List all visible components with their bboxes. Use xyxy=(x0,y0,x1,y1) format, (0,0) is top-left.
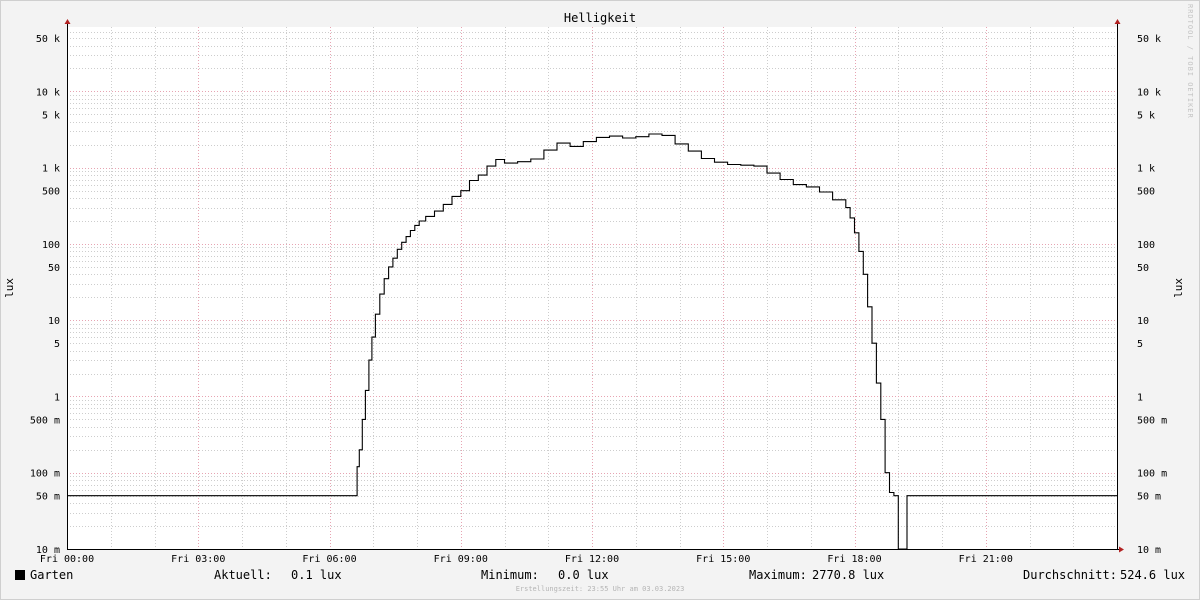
watermark: RRDTOOL / TOBI OETIKER xyxy=(1186,4,1194,119)
legend-current-label: Aktuell: xyxy=(214,568,272,582)
y-tick-label-left: 50 k xyxy=(36,34,60,45)
y-tick-label-left: 100 m xyxy=(30,469,60,480)
legend-current-value: 0.1 lux xyxy=(291,568,342,582)
y-tick-label-right: 500 m xyxy=(1137,415,1167,426)
legend-series-name: Garten xyxy=(30,568,74,582)
y-tick-label-right: 10 xyxy=(1137,316,1149,327)
legend-avg-value: 524.6 lux xyxy=(1120,568,1186,582)
y-tick-label-right: 50 k xyxy=(1137,34,1161,45)
y-tick-label-left: 5 k xyxy=(42,110,60,121)
y-tick-label-right: 10 m xyxy=(1137,545,1161,556)
chart-canvas: 10 m 10 m50 m 50 m100 m 100 m500 m 500 m1 15 5… xyxy=(30,19,1167,565)
y-tick-label-right: 1 xyxy=(1137,392,1143,403)
y-tick-label-left: 100 xyxy=(42,240,60,251)
creation-timestamp: Erstellungszeit: 23:55 Uhr am 03.03.2023 xyxy=(515,585,685,593)
legend-min-label: Minimum: xyxy=(481,568,539,582)
y-tick-label-right: 50 xyxy=(1137,263,1149,274)
x-tick-label: Fri 12:00 xyxy=(565,554,619,565)
x-tick-label: Fri 03:00 xyxy=(171,554,225,565)
y-axis-label-right: lux xyxy=(1172,278,1185,298)
y-tick-label-left: 50 xyxy=(48,263,60,274)
y-tick-label-left: 500 xyxy=(42,187,60,198)
x-tick-label: Fri 21:00 xyxy=(959,554,1013,565)
x-tick-label: Fri 09:00 xyxy=(434,554,488,565)
chart-title: Helligkeit xyxy=(563,11,637,25)
y-tick-label-right: 100 m xyxy=(1137,469,1167,480)
x-tick-label: Fri 15:00 xyxy=(696,554,750,565)
legend-max-value: 2770.8 lux xyxy=(812,568,885,582)
y-tick-label-right: 50 m xyxy=(1137,492,1161,503)
y-axis-label-left: lux xyxy=(3,278,16,298)
y-tick-label-right: 5 xyxy=(1137,339,1143,350)
y-tick-label-right: 1 k xyxy=(1137,164,1155,175)
y-tick-label-right: 5 k xyxy=(1137,110,1155,121)
y-tick-label-left: 10 k xyxy=(36,87,60,98)
y-tick-label-right: 100 xyxy=(1137,240,1155,251)
x-axis-arrow-icon xyxy=(1119,546,1124,553)
y-tick-label-left: 1 k xyxy=(42,164,60,175)
y-tick-label-left: 50 m xyxy=(36,492,60,503)
y-tick-label-left: 1 xyxy=(54,392,60,403)
y-tick-label-left: 5 xyxy=(54,339,60,350)
x-tick-label: Fri 00:00 xyxy=(40,554,94,565)
y-tick-label-right: 500 xyxy=(1137,187,1155,198)
y-tick-label-left: 10 xyxy=(48,316,60,327)
legend-max-label: Maximum: xyxy=(749,568,807,582)
legend-swatch xyxy=(15,570,25,580)
x-tick-label: Fri 06:00 xyxy=(302,554,356,565)
y-tick-label-left: 500 m xyxy=(30,415,60,426)
y-tick-label-right: 10 k xyxy=(1137,87,1161,98)
legend-min-value: 0.0 lux xyxy=(558,568,609,582)
x-tick-label: Fri 18:00 xyxy=(827,554,881,565)
legend-avg-label: Durchschnitt: xyxy=(1023,568,1117,582)
